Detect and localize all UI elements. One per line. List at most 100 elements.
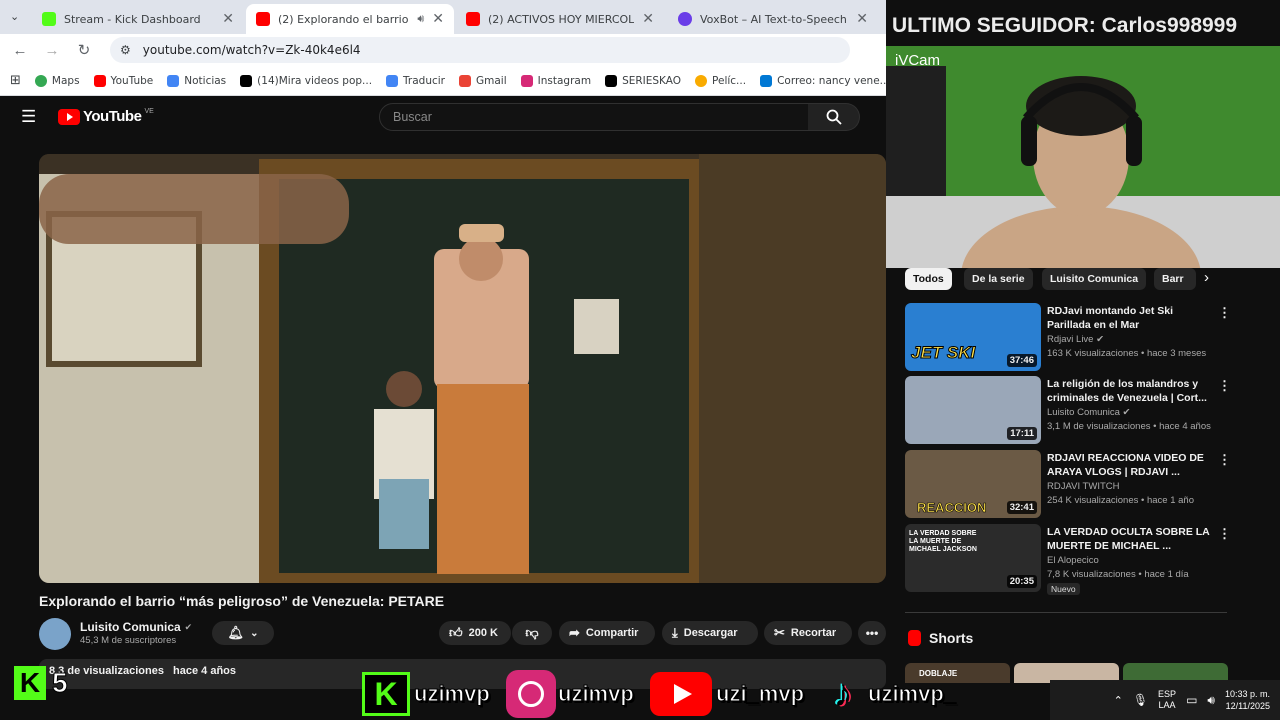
bookmark-maps[interactable]: Maps: [34, 74, 80, 87]
chip-luisito-comunica[interactable]: Luisito Comunica: [1042, 268, 1147, 290]
channel-name[interactable]: El Alopecico: [1047, 555, 1099, 566]
chevron-right-icon[interactable]: ›: [1204, 269, 1209, 286]
recommendation-item[interactable]: JET SKI 37:46 RDJavi montando Jet Ski Pa…: [905, 303, 1235, 371]
channel-row[interactable]: Rdjavi Live ✔: [1047, 334, 1104, 345]
recommendation-item[interactable]: REACCION 32:41 RDJAVI REACCIONA VIDEO DE…: [905, 450, 1235, 518]
more-vertical-icon[interactable]: ⋮: [1218, 378, 1231, 394]
bookmark-instagram[interactable]: Instagram: [520, 74, 592, 87]
tab-title: VoxBot – AI Text-to-Speech for: [700, 12, 848, 26]
youtube-logo[interactable]: YouTube VE: [58, 108, 154, 125]
bookmark-label: SERIESKAO: [622, 74, 682, 87]
video-title[interactable]: La religión de los malandros y criminale…: [1047, 377, 1217, 405]
chevron-up-icon[interactable]: ⌃: [1114, 694, 1123, 707]
microphone-icon[interactable]: 🎙︎: [1133, 693, 1148, 707]
scissors-icon: ✂: [774, 625, 785, 640]
kick-favicon-icon: [42, 12, 56, 26]
bookmark-tiktok[interactable]: (14)Mira videos pop...: [240, 74, 373, 87]
video-age: hace 1 día: [1144, 569, 1189, 580]
apps-grid-icon[interactable]: ⊞: [10, 73, 21, 88]
more-actions-button[interactable]: •••: [858, 621, 886, 645]
clock[interactable]: 10:33 p. m. 12/11/2025: [1225, 688, 1270, 712]
download-icon: ⤓: [672, 625, 678, 640]
verified-icon: ✔: [1122, 407, 1131, 418]
channel-name[interactable]: Luisito Comunica: [80, 620, 181, 634]
bookmark-serieskao[interactable]: SERIESKAO: [605, 74, 682, 87]
site-info-icon[interactable]: ⚙: [120, 43, 131, 57]
bookmark-label: Instagram: [537, 74, 592, 87]
url-input[interactable]: ⚙ youtube.com/watch?v=Zk-40k4e6l4: [110, 37, 850, 63]
bookmark-noticias[interactable]: Noticias: [167, 74, 226, 87]
tab-search-chevron-icon[interactable]: ⌄: [10, 10, 19, 23]
voxbot-favicon-icon: [678, 12, 692, 26]
bookmarks-bar: ⊞ Maps YouTube Noticias (14)Mira videos …: [0, 66, 886, 96]
speaker-icon[interactable]: 🔊︎: [417, 12, 424, 26]
network-icon[interactable]: ▭: [1186, 693, 1197, 707]
download-button[interactable]: ⤓ Descargar: [662, 621, 758, 645]
language-indicator[interactable]: ESP LAA: [1158, 689, 1176, 711]
video-title[interactable]: RDJavi montando Jet Ski Parillada en el …: [1047, 304, 1217, 332]
bookmark-correo[interactable]: Correo: nancy vene...: [760, 74, 886, 87]
cam-label: iVCam: [895, 52, 941, 69]
search-input[interactable]: Buscar: [379, 103, 809, 131]
system-tray: ⌃ 🎙︎ ESP LAA ▭ 🔊︎ 10:33 p. m. 12/11/2025: [1050, 680, 1280, 720]
shorts-title: Shorts: [929, 630, 974, 646]
recommendation-item[interactable]: 17:11 La religión de los malandros y cri…: [905, 376, 1235, 444]
bookmark-gmail[interactable]: Gmail: [459, 74, 507, 87]
volume-icon[interactable]: 🔊︎: [1207, 693, 1215, 708]
video-thumbnail[interactable]: JET SKI 37:46: [905, 303, 1041, 371]
more-vertical-icon[interactable]: ⋮: [1218, 452, 1231, 468]
dislike-button[interactable]: 👎︎: [512, 621, 552, 645]
menu-icon[interactable]: ☰: [21, 107, 36, 127]
channel-name[interactable]: RDJAVI TWITCH: [1047, 481, 1119, 492]
tab-youtube-activos[interactable]: (2) ACTIVOS HOY MIERCOLES D ✕: [456, 4, 664, 34]
video-age: hace 4 años: [1159, 421, 1211, 432]
bookmark-youtube[interactable]: YouTube: [93, 74, 153, 87]
video-thumbnail[interactable]: LA VERDAD SOBRE LA MUERTE DE MICHAEL JAC…: [905, 524, 1041, 592]
more-vertical-icon[interactable]: ⋮: [1218, 526, 1231, 542]
thumbs-up-icon: 👍︎: [449, 625, 463, 640]
thumbnail-caption: LA VERDAD SOBRE LA MUERTE DE MICHAEL JAC…: [909, 530, 977, 553]
instagram-icon: [520, 74, 533, 87]
video-thumbnail[interactable]: REACCION 32:41: [905, 450, 1041, 518]
video-meta: 7,8 K visualizaciones • hace 1 día: [1047, 569, 1189, 580]
tab-youtube-explorando[interactable]: (2) Explorando el barrio "m 🔊︎ ✕: [246, 4, 454, 34]
subscribe-bell-button[interactable]: 🔔︎ ⌄: [212, 621, 274, 645]
bookmark-peliculas[interactable]: Pelíc...: [695, 74, 746, 87]
bookmark-label: (14)Mira videos pop...: [257, 74, 373, 87]
close-icon[interactable]: ✕: [642, 11, 654, 27]
video-thumbnail[interactable]: 17:11: [905, 376, 1041, 444]
tab-voxbot[interactable]: VoxBot – AI Text-to-Speech for ✕: [668, 4, 878, 34]
video-duration: 37:46: [1006, 354, 1037, 367]
chip-de-la-serie[interactable]: De la serie: [964, 268, 1033, 290]
forward-icon[interactable]: →: [40, 42, 64, 59]
close-icon[interactable]: ✕: [222, 11, 234, 27]
close-icon[interactable]: ✕: [432, 11, 444, 27]
like-button[interactable]: 👍︎ 200 K: [439, 621, 511, 645]
bookmark-label: Traducir: [403, 74, 445, 87]
instagram-icon: [506, 670, 556, 718]
bell-icon: 🔔︎: [227, 625, 245, 640]
clip-button[interactable]: ✂ Recortar: [764, 621, 852, 645]
channel-name-row[interactable]: Luisito Comunica ✔: [80, 620, 192, 634]
channel-avatar[interactable]: [39, 618, 71, 650]
channel-row[interactable]: Luisito Comunica ✔: [1047, 407, 1130, 418]
social-youtube: uzi_mvp: [650, 672, 805, 716]
search-button[interactable]: [808, 103, 860, 131]
social-handle: uzimvp: [558, 681, 635, 707]
share-button[interactable]: ➦ Compartir: [559, 621, 655, 645]
serieskao-icon: [605, 74, 618, 87]
more-vertical-icon[interactable]: ⋮: [1218, 305, 1231, 321]
tab-kick-dashboard[interactable]: Stream - Kick Dashboard ✕: [32, 4, 244, 34]
like-count: 200 K: [468, 627, 498, 639]
video-title[interactable]: LA VERDAD OCULTA SOBRE LA MUERTE DE MICH…: [1047, 525, 1217, 553]
recommendation-item[interactable]: LA VERDAD SOBRE LA MUERTE DE MICHAEL JAC…: [905, 524, 1235, 596]
chip-todos[interactable]: Todos: [905, 268, 952, 290]
bookmark-traducir[interactable]: Traducir: [386, 74, 445, 87]
chip-barrio[interactable]: Barr: [1154, 268, 1196, 290]
video-title[interactable]: RDJAVI REACCIONA VIDEO DE ARAYA VLOGS | …: [1047, 451, 1217, 479]
reload-icon[interactable]: ↻: [72, 41, 96, 59]
close-icon[interactable]: ✕: [856, 11, 868, 27]
back-icon[interactable]: ←: [8, 42, 32, 59]
kick-logo-icon: K: [14, 666, 46, 700]
video-player[interactable]: [39, 154, 886, 583]
